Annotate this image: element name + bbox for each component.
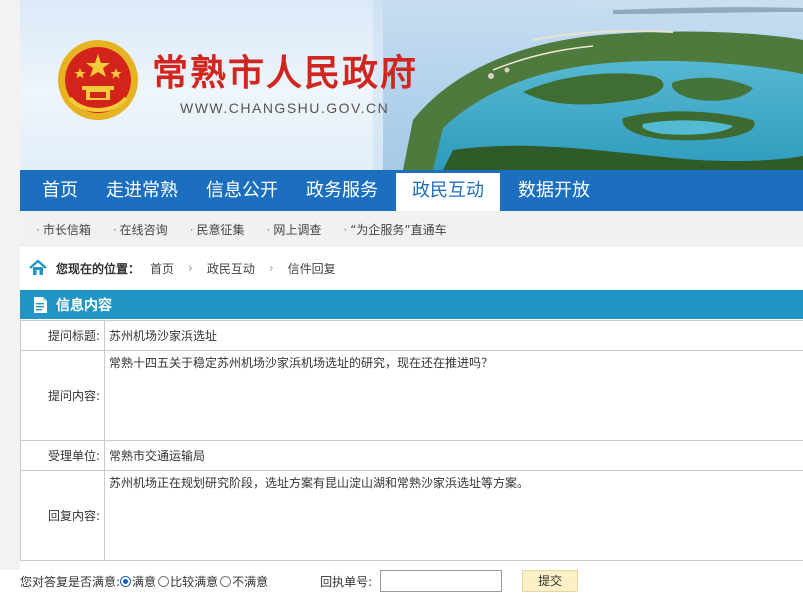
table-row: 受理单位: 常熟市交通运输局 [20,440,803,471]
breadcrumb-separator: › [268,261,274,275]
subnav-item-mayor-mailbox[interactable]: · 市长信箱 [36,221,91,238]
breadcrumb-interaction[interactable]: 政民互动 [207,260,255,277]
panel-title: 信息内容 [56,297,112,314]
left-gutter [0,0,20,570]
question-label: 提问内容: [20,350,105,441]
receipt-number-label: 回执单号: [320,574,373,589]
subject-label: 提问标题: [20,320,105,351]
feedback-form: 您对答复是否满意: 满意 比较满意 不满意 回执单号: 提交 [20,568,803,594]
subnav-label: 在线咨询 [119,222,168,237]
question-value: 常熟十四五关于稳定苏州机场沙家浜机场选址的研究，现在还在推进吗？ [104,350,803,441]
radio-unsatisfied[interactable] [220,575,232,587]
site-banner: 常熟市人民政府 WWW.CHANGSHU.GOV.CN [20,0,803,170]
main-nav: 首页 走进常熟 信息公开 政务服务 政民互动 数据开放 [20,170,803,211]
bullet-icon: · [36,222,40,237]
bullet-icon: · [266,222,271,237]
submit-button[interactable]: 提交 [522,570,579,592]
bullet-icon: · [343,222,348,237]
nav-item-gov-services[interactable]: 政务服务 [292,170,392,211]
breadcrumb-label: 您现在的位置： [56,261,141,276]
reply-label: 回复内容: [20,470,105,561]
subject-value: 苏州机场沙家浜选址 [104,320,803,351]
lake-photo-illustration [373,0,803,170]
subnav-item-opinion-collection[interactable]: · 民意征集 [190,221,245,238]
national-emblem-icon [58,40,138,120]
bullet-icon: · [112,222,117,237]
bullet-icon: · [189,222,194,237]
dept-label: 受理单位: [20,440,105,471]
subnav-item-online-survey[interactable]: · 网上调查 [267,221,322,238]
table-row: 提问标题: 苏州机场沙家浜选址 [20,320,803,351]
table-row: 回复内容: 苏州机场正在规划研究阶段，选址方案有昆山淀山湖和常熟沙家浜选址等方案… [20,470,803,561]
radio-unsatisfied-label: 不满意 [232,574,269,589]
breadcrumb-home[interactable]: 首页 [150,260,174,277]
dept-value: 常熟市交通运输局 [104,440,803,471]
nav-item-home[interactable]: 首页 [20,170,92,211]
nav-item-interaction[interactable]: 政民互动 [396,170,500,211]
receipt-number-input[interactable] [380,570,503,592]
radio-fairly-satisfied[interactable] [158,575,170,587]
panel-header: 信息内容 [20,290,803,319]
radio-fairly-satisfied-label: 比较满意 [170,574,219,589]
radio-satisfied[interactable] [120,575,132,587]
subnav-item-enterprise-service[interactable]: · “为企服务”直通车 [343,221,446,238]
nav-item-info-disclosure[interactable]: 信息公开 [192,170,292,211]
subnav-item-online-consult[interactable]: · 在线咨询 [113,221,168,238]
subnav-label: 民意征集 [196,222,245,237]
breadcrumb-separator: › [188,261,193,275]
nav-item-open-data[interactable]: 数据开放 [504,170,604,211]
site-title: 常熟市人民政府 [152,52,419,94]
radio-satisfied-label: 满意 [132,574,157,589]
letter-detail-table: 提问标题: 苏州机场沙家浜选址 提问内容: 常熟十四五关于稳定苏州机场沙家浜机场… [20,320,803,561]
subnav-label: 网上调查 [273,222,322,237]
breadcrumb-letter-reply[interactable]: 信件回复 [288,260,336,277]
sub-nav: · 市长信箱 · 在线咨询 · 民意征集 · 网上调查 · “为企服务”直通车 [20,211,803,247]
document-icon [34,296,47,313]
subnav-label: “为企服务”直通车 [350,222,447,237]
breadcrumb: 您现在的位置： 首页 › 政民互动 › 信件回复 [28,256,336,280]
home-icon [29,259,47,275]
reply-value: 苏州机场正在规划研究阶段，选址方案有昆山淀山湖和常熟沙家浜选址等方案。 [104,470,803,561]
satisfaction-prompt: 您对答复是否满意: [20,574,121,589]
nav-item-about[interactable]: 走进常熟 [92,170,192,211]
subnav-label: 市长信箱 [42,222,91,237]
table-row: 提问内容: 常熟十四五关于稳定苏州机场沙家浜机场选址的研究，现在还在推进吗？ [20,350,803,441]
site-url: WWW.CHANGSHU.GOV.CN [180,100,390,116]
